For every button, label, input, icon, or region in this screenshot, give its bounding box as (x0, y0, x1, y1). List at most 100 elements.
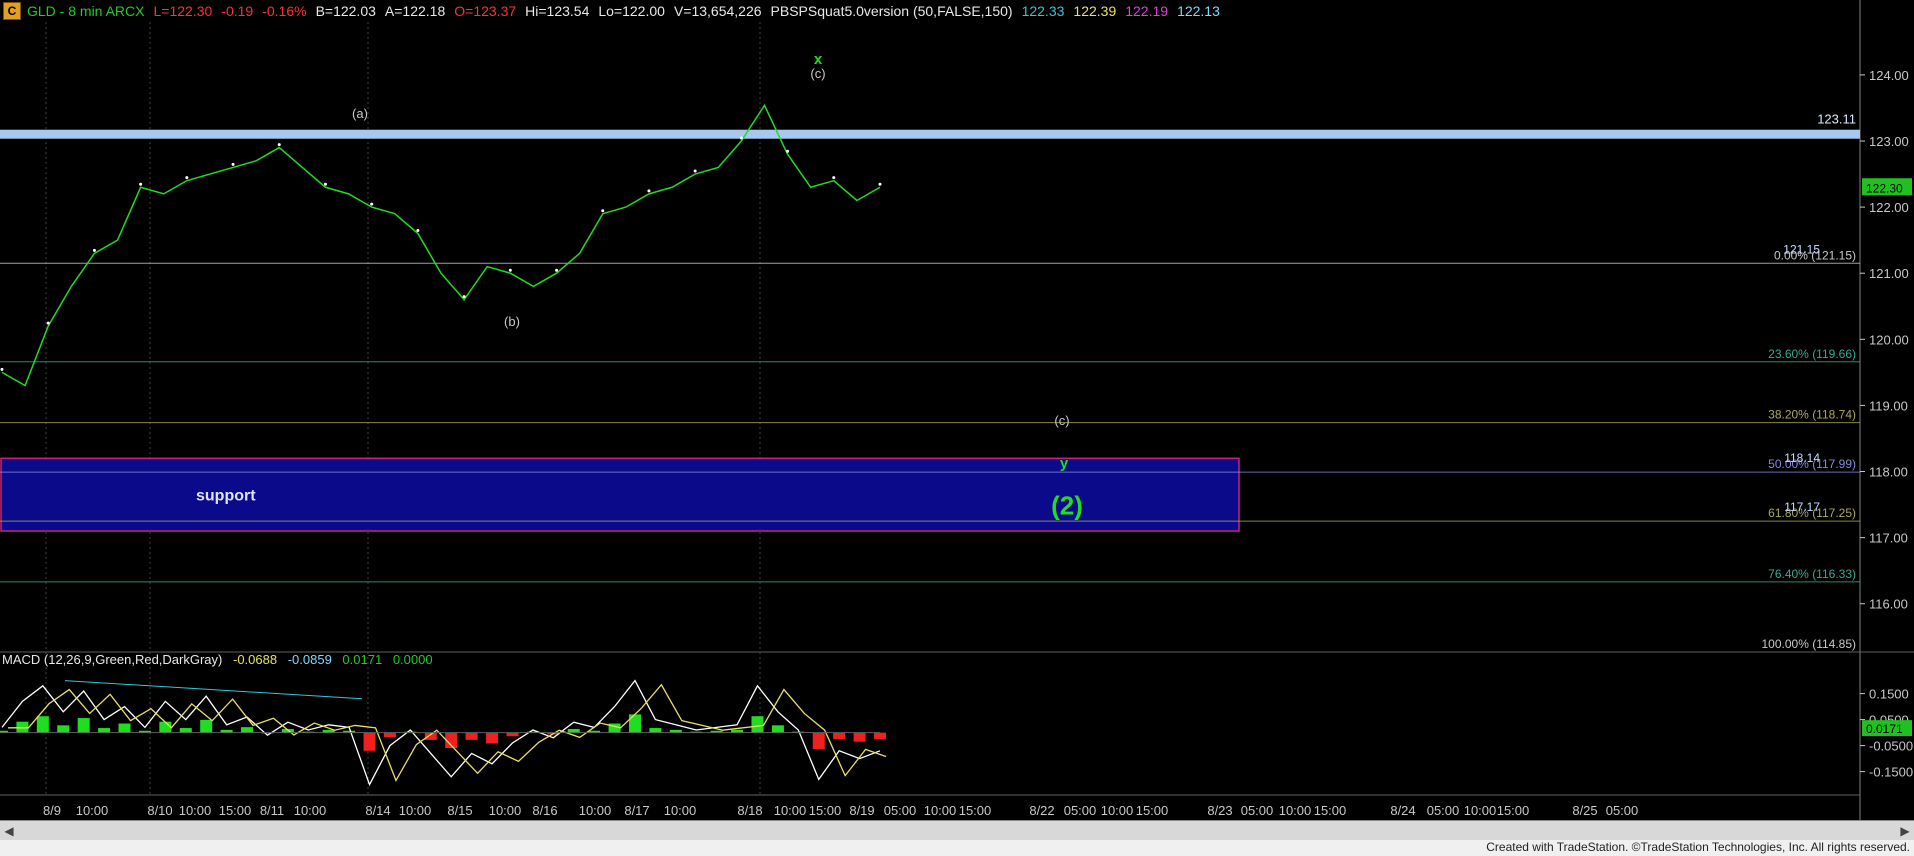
footer-credit: Created with TradeStation. ©TradeStation… (1486, 840, 1910, 854)
price-swing-dot (46, 321, 50, 325)
time-axis-label: 15:00 (1136, 803, 1169, 818)
macd-histogram-bar (771, 725, 784, 733)
current-price-label: 122.30 (1866, 181, 1903, 195)
price-swing-dot (231, 162, 235, 166)
indicator-value-2: 122.39 (1073, 3, 1117, 19)
time-axis-label: 10:00 (579, 803, 612, 818)
resistance-band (0, 129, 1860, 139)
time-axis-label: 8/10 (147, 803, 172, 818)
time-axis-label: 05:00 (884, 803, 917, 818)
price-tick-label: 122.00 (1869, 200, 1909, 215)
scroll-right-icon[interactable]: ▶ (1896, 821, 1914, 841)
time-axis-label: 15:00 (219, 803, 252, 818)
macd-histogram-bar (383, 732, 396, 738)
macd-histogram-bar (16, 721, 29, 733)
price-tick-label: 119.00 (1869, 398, 1908, 413)
time-axis-label: 05:00 (1241, 803, 1274, 818)
price-swing-dot (462, 295, 466, 299)
macd-histogram-bar (363, 732, 376, 751)
price-swing-dot (323, 182, 327, 186)
time-axis-label: 8/17 (624, 803, 649, 818)
time-axis-label: 8/11 (260, 803, 284, 818)
macd-histogram-bar (77, 718, 90, 733)
last-price: L=122.30 (153, 3, 213, 19)
volume: V=13,654,226 (673, 3, 762, 19)
indicator-value-3: 122.19 (1125, 3, 1169, 19)
price-tick-label: 116.00 (1869, 597, 1908, 612)
horizontal-scrollbar[interactable]: ◀ ▶ (0, 820, 1914, 841)
low-price: Lo=122.00 (598, 3, 665, 19)
app-icon[interactable]: C (3, 2, 21, 20)
net-change: -0.19 (221, 3, 254, 19)
open-price: O=123.37 (454, 3, 517, 19)
time-axis-label: 8/24 (1390, 803, 1415, 818)
macd-histogram-bar (179, 728, 192, 733)
time-axis-label: 15:00 (959, 803, 992, 818)
price-swing-dot (739, 136, 743, 140)
indicator-value-1: 122.33 (1021, 3, 1065, 19)
macd-histogram-bar (36, 716, 49, 733)
price-swing-dot (92, 248, 96, 252)
bid-price: B=122.03 (315, 3, 376, 19)
price-line (1, 103, 881, 387)
price-swing-dot (370, 202, 374, 206)
price-tick-label: 117.00 (1869, 531, 1908, 546)
wave-label-a: (a) (352, 106, 368, 121)
price-tick-label: 120.00 (1869, 332, 1909, 347)
wave-label-c: (c) (810, 66, 825, 81)
macd-histogram-bar (486, 732, 499, 744)
price-swing-dot (139, 182, 143, 186)
macd-histogram-bar (241, 727, 254, 733)
macd-divergence-line (64, 680, 363, 700)
price-swing-dot (601, 209, 605, 213)
macd-histogram-bar (567, 728, 580, 733)
time-axis-label: 15:00 (809, 803, 842, 818)
time-axis-label: 10:00 (489, 803, 522, 818)
price-swing-dot (0, 367, 4, 371)
time-axis-label: 8/19 (849, 803, 874, 818)
macd-value-2: -0.0859 (287, 652, 332, 667)
time-axis-label: 8/15 (447, 803, 472, 818)
macd-tick-label: -0.1500 (1869, 765, 1913, 780)
time-axis-label: 10:00 (1101, 803, 1134, 818)
time-axis-label: 10:00 (399, 803, 432, 818)
macd-title: MACD (12,26,9,Green,Red,DarkGray) (2, 652, 223, 667)
time-axis-label: 15:00 (1497, 803, 1530, 818)
fib-overlay-value: 121.15 (1783, 242, 1820, 256)
pct-change: -0.16% (262, 3, 307, 19)
time-axis-label: 8/23 (1207, 803, 1232, 818)
macd-histogram-bar (118, 723, 131, 733)
macd-histogram-bar (465, 732, 478, 740)
macd-histogram-bar (812, 732, 825, 749)
time-axis-label: 8/16 (532, 803, 557, 818)
time-axis-label: 8/14 (365, 803, 390, 818)
high-price: Hi=123.54 (525, 3, 590, 19)
fib-overlay-value: 118.14 (1784, 451, 1820, 465)
time-axis-label: 10:00 (76, 803, 109, 818)
chart-canvas[interactable]: 124.00 123.00 122.00 121.00 120.00 119.00 118.… (0, 0, 1914, 856)
time-axis-label: 8/18 (737, 803, 762, 818)
time-axis-label: 8/9 (43, 803, 61, 818)
macd-histogram-bar (649, 728, 662, 733)
wave-label-c-target: (c) (1054, 413, 1069, 428)
macd-histogram-bar (57, 725, 70, 733)
time-axis-label: 05:00 (1427, 803, 1460, 818)
ask-price: A=122.18 (384, 3, 446, 19)
fib-label: 23.60% (119.66) (1768, 347, 1856, 361)
price-swing-dot (878, 182, 882, 186)
time-axis-label: 8/22 (1029, 803, 1054, 818)
scroll-left-icon[interactable]: ◀ (0, 821, 18, 841)
macd-histogram-bar (98, 728, 111, 733)
indicator-name: PBSPSquat5.0version (50,FALSE,150) (770, 3, 1013, 19)
time-axis-label: 10:00 (664, 803, 697, 818)
price-swing-dot (555, 268, 559, 272)
price-swing-dot (185, 176, 189, 180)
wave-label-y: y (1060, 455, 1069, 472)
macd-histogram-bar (833, 732, 846, 739)
indicator-value-4: 122.13 (1177, 3, 1220, 19)
price-swing-dot (832, 176, 836, 180)
price-swing-dot (693, 169, 697, 173)
macd-value-4: 0.0000 (392, 652, 433, 667)
price-swing-dot (647, 189, 651, 193)
resistance-label: 123.11 (1817, 112, 1856, 127)
